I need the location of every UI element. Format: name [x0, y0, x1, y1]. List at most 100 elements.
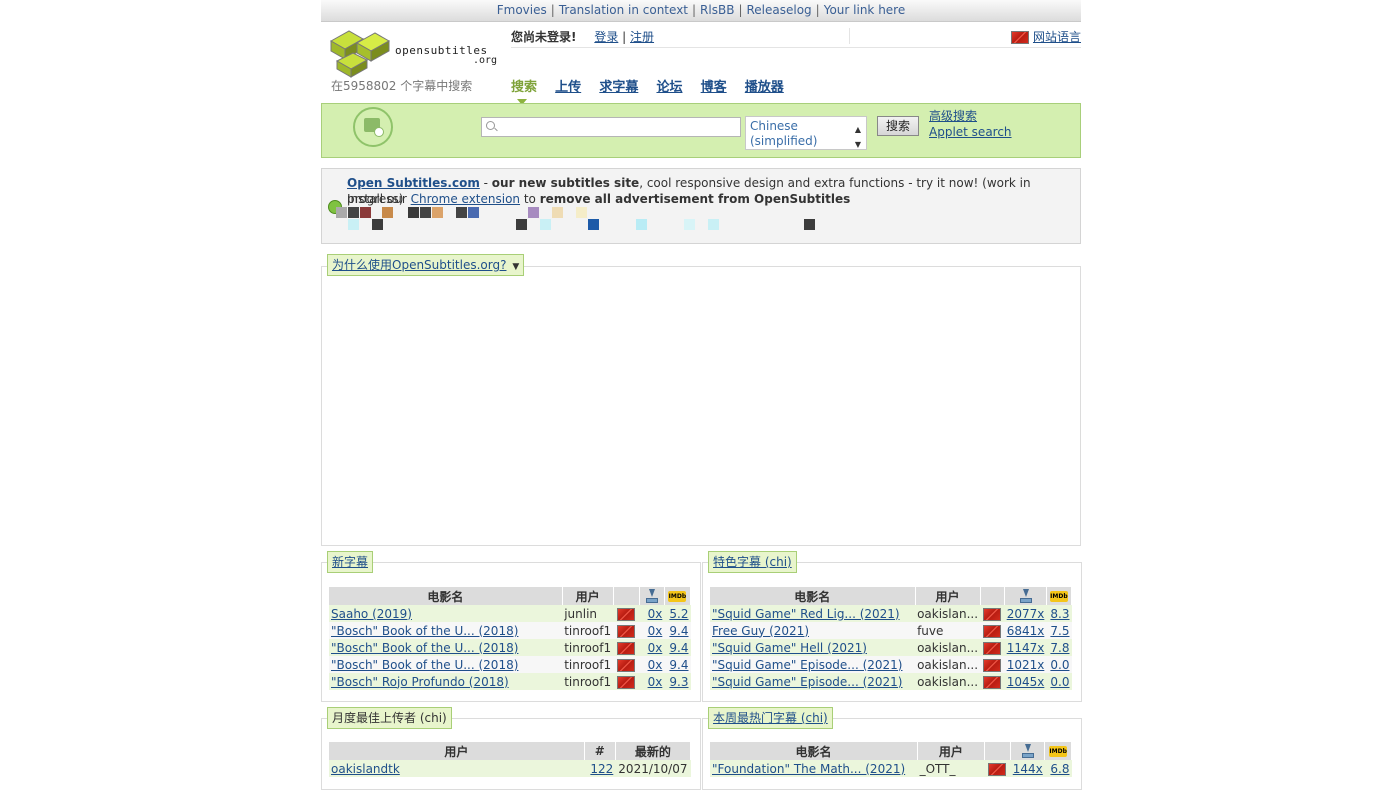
popular-subtitles-header[interactable]: 本周最热门字幕 (chi): [708, 707, 833, 729]
table-row[interactable]: Free Guy (2021) fuve 6841x 7.5: [710, 622, 1072, 639]
imdb-rating-link[interactable]: 6.8: [1050, 762, 1069, 776]
download-count-link[interactable]: 0x: [648, 658, 663, 672]
popular-subtitles-title[interactable]: 本周最热门字幕 (chi): [713, 711, 828, 725]
new-subtitles-title[interactable]: 新字幕: [332, 555, 368, 569]
table-row[interactable]: "Squid Game" Hell (2021) oakislan... 1147x…: [710, 639, 1072, 656]
col-imdb[interactable]: IMDb: [1044, 742, 1072, 760]
col-downloads[interactable]: [1010, 742, 1046, 760]
why-opensubtitles-toggle[interactable]: 为什么使用OpenSubtitles.org? ▼: [327, 254, 525, 276]
col-imdb[interactable]: IMDb: [664, 587, 692, 605]
download-count-link[interactable]: 144x: [1013, 762, 1043, 776]
movie-title-link[interactable]: "Squid Game" Hell (2021): [712, 641, 867, 655]
imdb-rating-link[interactable]: 9.4: [669, 658, 688, 672]
nav-player[interactable]: 播放器: [745, 80, 784, 95]
applet-search-link[interactable]: Applet search: [929, 124, 1012, 140]
featured-subtitles-header[interactable]: 特色字幕 (chi): [708, 551, 797, 573]
table-row[interactable]: "Foundation" The Math... (2021) _OTT_ 144x…: [710, 760, 1072, 777]
nav-search[interactable]: 搜索: [511, 80, 537, 95]
search-input[interactable]: [481, 117, 741, 137]
download-count-link[interactable]: 0x: [648, 675, 663, 689]
table-row[interactable]: "Bosch" Rojo Profundo (2018) tinroof1 0x 9.…: [329, 673, 691, 690]
topbar-link-releaselog[interactable]: Releaselog: [746, 3, 811, 17]
advanced-search-link[interactable]: 高级搜索: [929, 108, 1012, 124]
download-count-link[interactable]: 0x: [648, 641, 663, 655]
download-count-link[interactable]: 1045x: [1007, 675, 1045, 689]
imdb-rating-link[interactable]: 9.3: [669, 675, 688, 689]
col-movie-name[interactable]: 电影名: [710, 587, 916, 605]
site-language[interactable]: 网站语言: [1011, 28, 1081, 45]
table-row[interactable]: "Squid Game" Episode... (2021) oakislan..…: [710, 673, 1072, 690]
imdb-rating-link[interactable]: 5.2: [669, 607, 688, 621]
china-flag-icon: [983, 607, 1002, 621]
china-flag-icon: [617, 658, 636, 672]
table-row[interactable]: "Squid Game" Red Lig... (2021) oakislan..…: [710, 605, 1072, 622]
download-count-link[interactable]: 2077x: [1007, 607, 1045, 621]
imdb-rating-link[interactable]: 9.4: [669, 624, 688, 638]
table-row[interactable]: "Bosch" Book of the U... (2018) tinroof1 0…: [329, 622, 691, 639]
col-latest[interactable]: 最新的: [615, 742, 692, 760]
col-downloads[interactable]: [639, 587, 665, 605]
login-link[interactable]: 登录: [594, 30, 618, 44]
movie-title-link[interactable]: "Squid Game" Red Lig... (2021): [712, 607, 900, 621]
register-link[interactable]: 注册: [630, 30, 654, 44]
table-row[interactable]: "Bosch" Book of the U... (2018) tinroof1 0…: [329, 639, 691, 656]
imdb-rating-link[interactable]: 7.5: [1050, 624, 1069, 638]
imdb-rating-link[interactable]: 9.4: [669, 641, 688, 655]
col-movie-name[interactable]: 电影名: [329, 587, 563, 605]
movie-title-link[interactable]: "Squid Game" Episode... (2021): [712, 658, 902, 672]
download-count-link[interactable]: 1147x: [1007, 641, 1045, 655]
download-count-link[interactable]: 1021x: [1007, 658, 1045, 672]
movie-title-link[interactable]: "Squid Game" Episode... (2021): [712, 675, 902, 689]
search-button[interactable]: 搜索: [877, 116, 919, 136]
table-row[interactable]: Saaho (2019) junlin 0x 5.2: [329, 605, 691, 622]
table-row[interactable]: "Squid Game" Episode... (2021) oakislan..…: [710, 656, 1072, 673]
language-select[interactable]: Chinese (simplified) ▲ ▼: [745, 116, 867, 150]
movie-title-link[interactable]: "Foundation" The Math... (2021): [712, 762, 905, 776]
imdb-rating-link[interactable]: 0.0: [1050, 658, 1069, 672]
movie-title-link[interactable]: "Bosch" Book of the U... (2018): [331, 624, 518, 638]
new-subtitles-header[interactable]: 新字幕: [327, 551, 374, 573]
topbar-link-your-link[interactable]: Your link here: [824, 3, 906, 17]
col-user[interactable]: 用户: [917, 742, 985, 760]
download-count-link[interactable]: 0x: [648, 607, 663, 621]
movie-title-link[interactable]: "Bosch" Rojo Profundo (2018): [331, 675, 509, 689]
nav-request[interactable]: 求字幕: [599, 80, 638, 95]
col-user[interactable]: 用户: [329, 742, 585, 760]
col-imdb[interactable]: IMDb: [1046, 587, 1073, 605]
why-opensubtitles-title[interactable]: 为什么使用OpenSubtitles.org?: [332, 258, 506, 272]
col-movie-name[interactable]: 电影名: [710, 742, 919, 760]
table-row[interactable]: oakislandtk 122 2021/10/07: [329, 760, 691, 777]
chrome-extension-link[interactable]: Chrome extension: [411, 192, 520, 206]
site-logo[interactable]: opensubtitles .org: [327, 27, 507, 79]
uploader-link[interactable]: oakislandtk: [331, 762, 400, 776]
topbar-link-translation[interactable]: Translation in context: [559, 3, 688, 17]
imdb-rating-link[interactable]: 8.3: [1050, 607, 1069, 621]
nav-forum[interactable]: 论坛: [656, 80, 682, 95]
col-count[interactable]: #: [584, 742, 616, 760]
table-row[interactable]: "Bosch" Book of the U... (2018) tinroof1 0…: [329, 656, 691, 673]
imdb-rating-link[interactable]: 7.8: [1050, 641, 1069, 655]
movie-title-link[interactable]: "Bosch" Book of the U... (2018): [331, 658, 518, 672]
movie-title-link[interactable]: Saaho (2019): [331, 607, 412, 621]
uploader-cell: tinroof1: [562, 656, 614, 673]
movie-title-link[interactable]: "Bosch" Book of the U... (2018): [331, 641, 518, 655]
imdb-rating-link[interactable]: 0.0: [1050, 675, 1069, 689]
nav-upload[interactable]: 上传: [555, 80, 581, 95]
download-count-link[interactable]: 0x: [648, 624, 663, 638]
opensubtitles-com-link[interactable]: Open Subtitles.com: [347, 176, 480, 190]
download-count-link[interactable]: 6841x: [1007, 624, 1045, 638]
upload-count-link[interactable]: 122: [590, 762, 613, 776]
col-user[interactable]: 用户: [915, 587, 981, 605]
nav-blog[interactable]: 博客: [701, 80, 727, 95]
featured-subtitles-title[interactable]: 特色字幕 (chi): [713, 555, 792, 569]
col-user[interactable]: 用户: [562, 587, 614, 605]
topbar-link-rlsbb[interactable]: RlsBB: [700, 3, 734, 17]
latest-upload-cell: 2021/10/07: [615, 760, 691, 777]
why-opensubtitles-box: [321, 266, 1081, 546]
col-downloads[interactable]: [1004, 587, 1047, 605]
movie-title-link[interactable]: Free Guy (2021): [712, 624, 809, 638]
site-language-link[interactable]: 网站语言: [1033, 30, 1081, 44]
uploader-cell: oakislan...: [915, 639, 981, 656]
china-flag-icon: [983, 624, 1002, 638]
topbar-link-fmovies[interactable]: Fmovies: [497, 3, 547, 17]
